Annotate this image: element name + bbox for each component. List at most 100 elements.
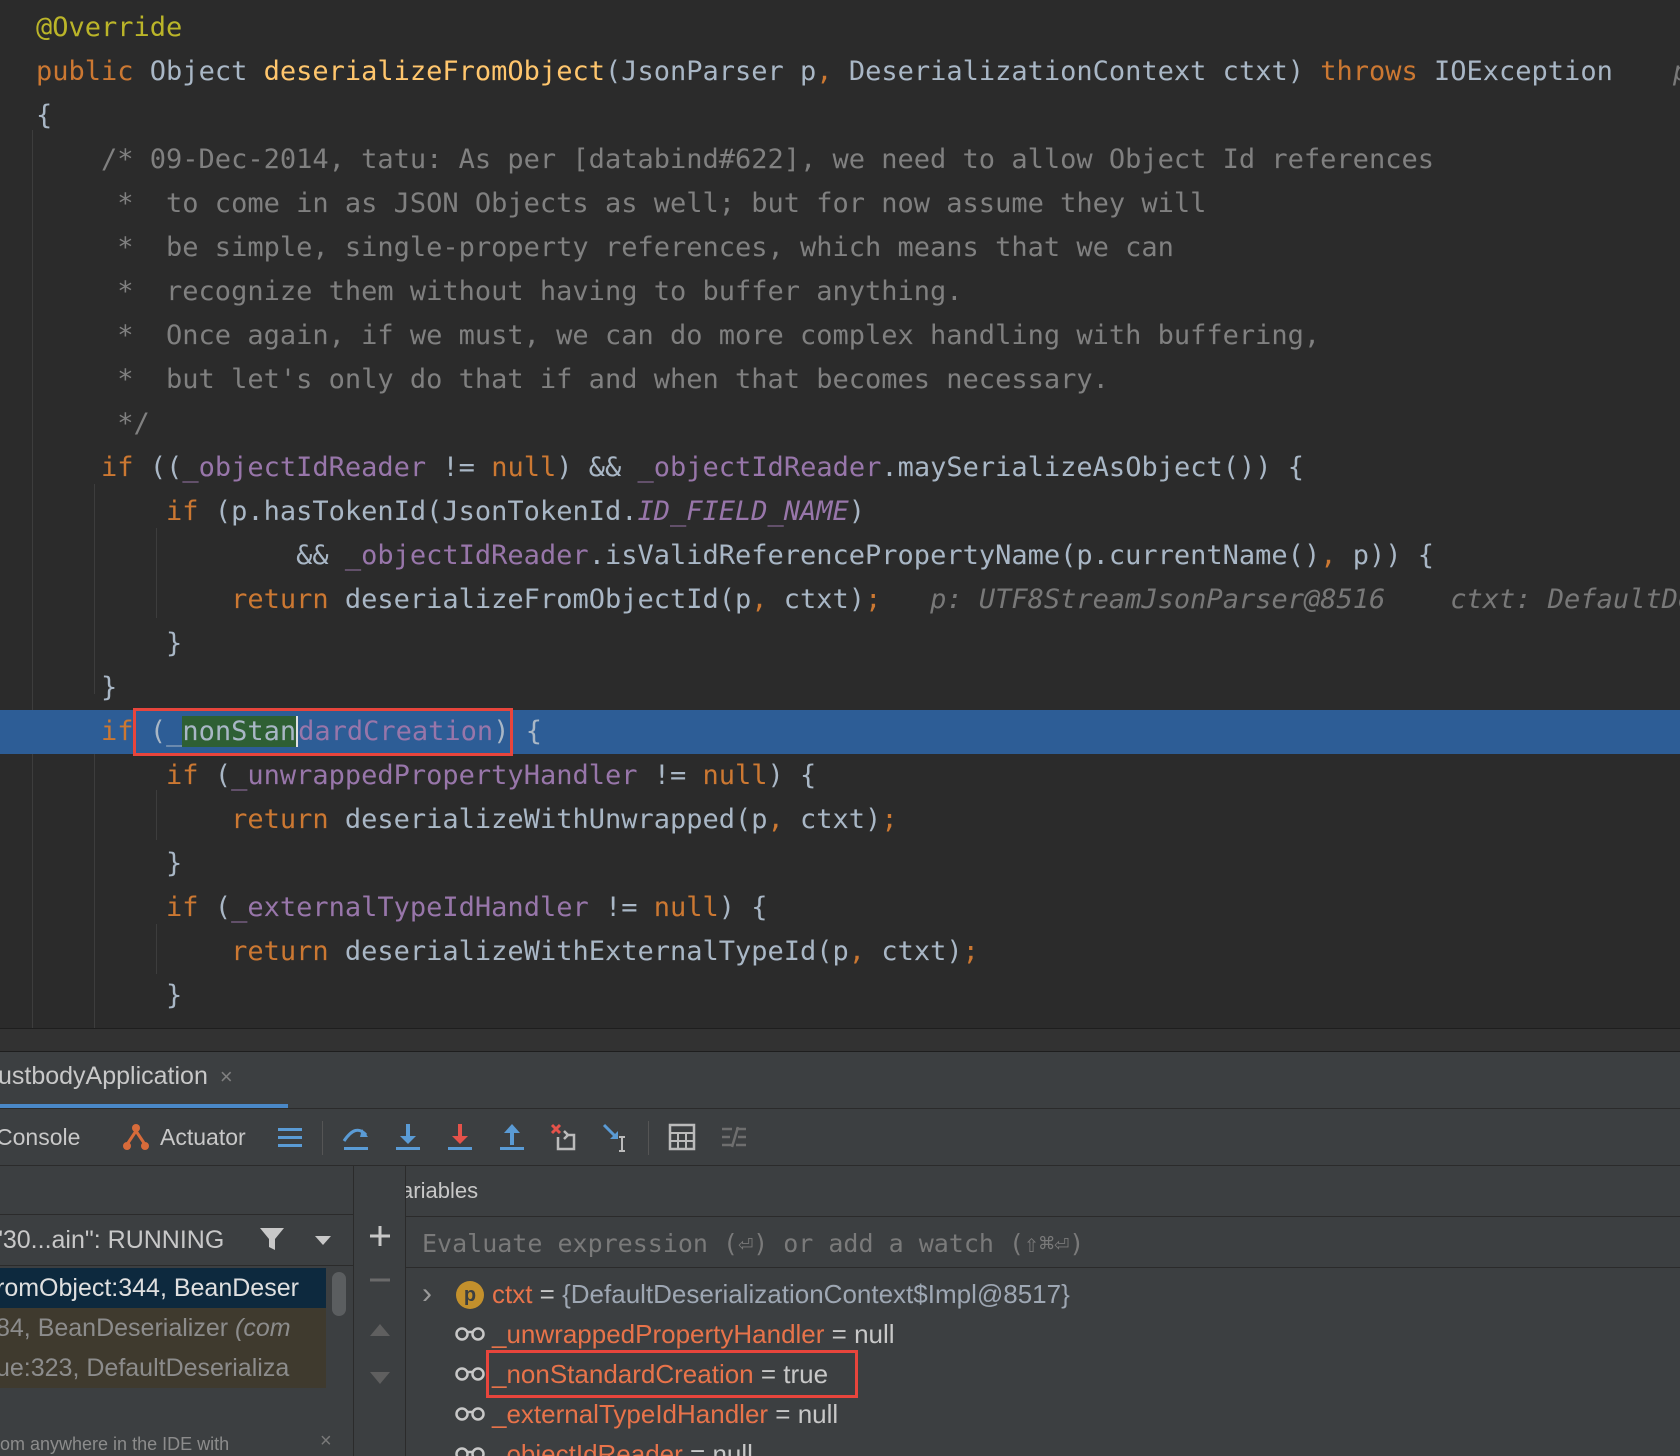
code-line[interactable]: if (_unwrappedPropertyHandler != null) {: [0, 754, 1680, 798]
debug-tool-window: ustbodyApplication × Console Actuator "3…: [0, 1052, 1680, 1456]
inline-value-hint: p: UTF: [1673, 56, 1680, 87]
stack-frame[interactable]: ue:323, DefaultDeserializa: [0, 1348, 326, 1388]
code-token: if: [101, 716, 150, 747]
code-line[interactable]: * to come in as JSON Objects as well; bu…: [0, 182, 1680, 226]
step-into-icon[interactable]: [392, 1121, 424, 1153]
code-line[interactable]: return deserializeWithExternalTypeId(p, …: [0, 930, 1680, 974]
code-line[interactable]: return deserializeFromObjectId(p, ctxt);…: [0, 578, 1680, 622]
inline-value-hint: p: UTF8StreamJsonParser@8516 ctxt: Defau…: [881, 584, 1680, 615]
code-token: if: [166, 496, 215, 527]
code-token: ID_FIELD_NAME: [637, 496, 849, 527]
stack-frame[interactable]: romObject:344, BeanDeser: [0, 1268, 326, 1308]
code-line[interactable]: return deserializeWithUnwrapped(p, ctxt)…: [0, 798, 1680, 842]
chevron-right-icon[interactable]: ›: [422, 1274, 432, 1314]
code-line[interactable]: * be simple, single-property references,…: [0, 226, 1680, 270]
code-token: ((: [149, 452, 183, 483]
code-line[interactable]: * recognize them without having to buffe…: [0, 270, 1680, 314]
code-line[interactable]: if (_externalTypeIdHandler != null) {: [0, 886, 1680, 930]
close-icon[interactable]: ×: [320, 1430, 332, 1453]
code-token: Object: [149, 56, 264, 87]
stack-frame[interactable]: 84, BeanDeserializer (com: [0, 1308, 326, 1348]
watch-icon: [454, 1434, 486, 1456]
console-tab[interactable]: Console: [0, 1109, 80, 1165]
frames-scrollbar[interactable]: [332, 1272, 346, 1316]
code-token: */: [36, 408, 150, 439]
frame-package: (com: [235, 1314, 291, 1342]
code-token: _objectIdReader: [637, 452, 882, 483]
move-up-icon[interactable]: [368, 1318, 392, 1347]
frame-label: 84, BeanDeserializer: [0, 1314, 236, 1342]
code-token: if: [166, 892, 215, 923]
variable-row[interactable]: _objectIdReader = null: [406, 1434, 1680, 1456]
code-token: ctxt): [783, 584, 866, 615]
code-token: (_: [149, 716, 183, 747]
code-line[interactable]: /* 09-Dec-2014, tatu: As per [databind#6…: [0, 138, 1680, 182]
code-line[interactable]: * Once again, if we must, we can do more…: [0, 314, 1680, 358]
trace-stream-icon[interactable]: [718, 1121, 750, 1153]
variable-row[interactable]: › p ctxt = {DefaultDeserializationContext$…: [406, 1274, 1680, 1314]
tool-window-splitter[interactable]: [0, 1028, 1680, 1052]
step-out-icon[interactable]: [496, 1121, 528, 1153]
remove-watch-icon[interactable]: [368, 1268, 392, 1297]
code-line[interactable]: * but let's only do that if and when tha…: [0, 358, 1680, 402]
add-watch-icon[interactable]: [368, 1224, 392, 1253]
code-token: _objectIdReader: [182, 452, 427, 483]
filter-icon[interactable]: [258, 1225, 286, 1258]
code-token: @Override: [36, 12, 183, 43]
frame-label: romObject:344, BeanDeser: [0, 1274, 299, 1302]
code-token: * to come in as JSON Objects as well; bu…: [36, 188, 1207, 219]
code-editor[interactable]: @Override public Object deserializeFromOb…: [0, 0, 1680, 1028]
code-token: }: [36, 848, 183, 879]
code-token: if: [101, 452, 150, 483]
tab-run-config[interactable]: ustbodyApplication ×: [0, 1052, 288, 1108]
code-line[interactable]: {: [0, 94, 1680, 138]
variable-text: ctxt = {DefaultDeserializationContext$Im…: [492, 1274, 1070, 1314]
threads-menu-icon[interactable]: [274, 1121, 306, 1153]
code-line[interactable]: if ((_objectIdReader != null) && _object…: [0, 446, 1680, 490]
code-line[interactable]: if (p.hasTokenId(JsonTokenId.ID_FIELD_NA…: [0, 490, 1680, 534]
variable-row[interactable]: _unwrappedPropertyHandler = null: [406, 1314, 1680, 1354]
code-line[interactable]: public Object deserializeFromObject(Json…: [0, 50, 1680, 94]
step-over-icon[interactable]: [340, 1121, 372, 1153]
evaluate-expression-icon[interactable]: [666, 1121, 698, 1153]
tab-run-label: ustbodyApplication: [0, 1062, 208, 1090]
thread-selector[interactable]: "30...ain": RUNNING: [0, 1214, 353, 1266]
variable-row[interactable]: _nonStandardCreation = true: [406, 1354, 1680, 1394]
code-token: throws: [1320, 56, 1435, 87]
code-line[interactable]: && _objectIdReader.isValidReferencePrope…: [0, 534, 1680, 578]
code-line[interactable]: }: [0, 974, 1680, 1018]
code-token: .isValidReferencePropertyName(p.currentN…: [588, 540, 1321, 571]
variable-equals: =: [532, 1279, 563, 1309]
code-token: return: [231, 584, 345, 615]
code-token: * Once again, if we must, we can do more…: [36, 320, 1321, 351]
code-token: }: [36, 672, 118, 703]
drop-frame-icon[interactable]: [548, 1121, 580, 1153]
variable-text: _nonStandardCreation = true: [492, 1354, 828, 1394]
variable-value: null: [854, 1319, 895, 1349]
code-token: }: [36, 628, 183, 659]
code-token: return: [231, 804, 345, 835]
actuator-tab[interactable]: Actuator: [160, 1109, 246, 1165]
code-line[interactable]: }: [0, 842, 1680, 886]
code-line-current[interactable]: if (_nonStandardCreation) {: [0, 710, 1680, 754]
move-down-icon[interactable]: [368, 1366, 392, 1395]
variable-name: _nonStandardCreation: [492, 1359, 754, 1389]
code-line[interactable]: */: [0, 402, 1680, 446]
code-token: ,: [1320, 540, 1353, 571]
force-step-into-icon[interactable]: [444, 1121, 476, 1153]
variable-row[interactable]: _externalTypeIdHandler = null: [406, 1394, 1680, 1434]
code-line[interactable]: @Override: [0, 6, 1680, 50]
code-line[interactable]: }: [0, 666, 1680, 710]
code-token: * be simple, single-property references,…: [36, 232, 1174, 263]
toolbar-separator: [322, 1121, 323, 1155]
variable-text: _unwrappedPropertyHandler = null: [492, 1314, 895, 1354]
code-token: ) {: [718, 892, 768, 923]
run-to-cursor-icon[interactable]: [600, 1121, 632, 1153]
parameter-icon: p: [456, 1281, 484, 1309]
active-tab-indicator: [0, 1104, 288, 1108]
evaluate-expression-input[interactable]: [420, 1222, 1674, 1264]
code-line[interactable]: }: [0, 622, 1680, 666]
chevron-down-icon[interactable]: [312, 1229, 334, 1256]
close-icon[interactable]: ×: [220, 1064, 233, 1090]
code-token: * recognize them without having to buffe…: [36, 276, 963, 307]
